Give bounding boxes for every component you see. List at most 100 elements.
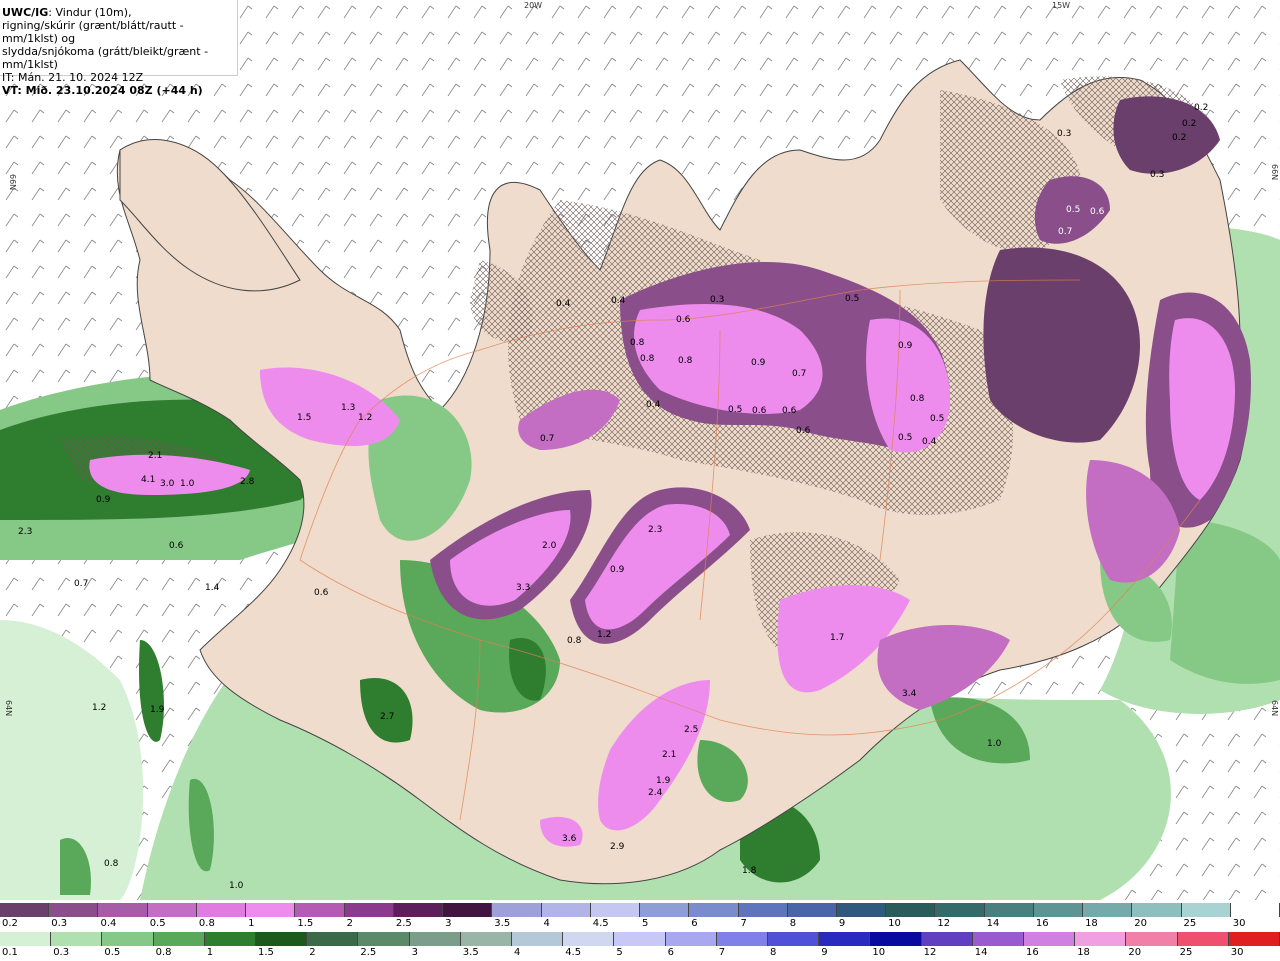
- precip-value: 1.5: [297, 413, 311, 423]
- precip-value: 2.7: [380, 712, 394, 722]
- latitude-label-64n-right: 64N: [1270, 700, 1279, 716]
- legend-label: 18: [1077, 947, 1090, 958]
- legend-swatch: [1228, 932, 1280, 946]
- legend-label: 2: [309, 947, 316, 958]
- precip-value: 0.5: [845, 294, 859, 304]
- precip-value: 1.8: [742, 866, 757, 876]
- precip-value: 0.6: [169, 541, 184, 551]
- legend-swatch: [1177, 932, 1229, 946]
- longitude-label-20w: 20W: [524, 1, 542, 10]
- legend-swatch: [344, 903, 394, 917]
- precip-value: 0.7: [540, 434, 554, 444]
- precip-value: 3.6: [562, 834, 577, 844]
- legend-swatch: [98, 903, 148, 917]
- legend-swatch: [0, 932, 52, 946]
- precip-value: 2.4: [648, 788, 663, 798]
- precip-value: 1.9: [656, 776, 671, 786]
- legend-label: 20: [1134, 918, 1148, 929]
- precip-value: 2.3: [648, 525, 662, 535]
- precip-value: 0.8: [104, 859, 119, 869]
- legend-label: 0.5: [104, 947, 121, 958]
- legend-label: 5: [616, 947, 623, 958]
- legend-swatch: [738, 903, 788, 917]
- model-name: UWC/IG: [2, 6, 49, 19]
- legend-swatch: [256, 932, 308, 946]
- legend-label: 14: [986, 918, 1000, 929]
- legend-swatch: [1033, 903, 1084, 917]
- precip-value: 2.1: [148, 451, 162, 461]
- initial-time: IT: Mán. 21. 10. 2024 12Z: [2, 71, 144, 84]
- snow-legend-labels: 0.2 0.3 0.4 0.5 0.8 1 1.5 2 2.5 3 3.5 4 4.5 5 6 7 8 9 10 12…: [0, 918, 1280, 932]
- precip-value: 0.5: [930, 414, 944, 424]
- longitude-label-15w: 15W: [1052, 1, 1070, 10]
- legend-label: 7: [740, 918, 747, 929]
- legend-label: 12: [923, 947, 937, 958]
- legend-swatch: [984, 903, 1034, 917]
- legend-label: 2.5: [360, 947, 377, 958]
- legend-swatch: [886, 903, 936, 917]
- legend-label: 4: [514, 947, 521, 958]
- legend-label: 30: [1230, 947, 1244, 958]
- legend-swatch: [0, 903, 50, 917]
- precip-value: 0.4: [611, 296, 626, 306]
- precip-value: 1.4: [205, 583, 220, 593]
- legend-swatch: [51, 932, 103, 946]
- legend-label: 3: [411, 947, 418, 958]
- legend-label: 6: [691, 918, 698, 929]
- legend-swatch: [563, 932, 615, 946]
- legend-swatch: [153, 932, 205, 946]
- legend-label: 20: [1128, 947, 1142, 958]
- legend-label: 1: [206, 947, 214, 958]
- legend-label: 3.5: [462, 947, 479, 958]
- precip-value: 2.0: [542, 541, 557, 551]
- precip-value: 1.0: [987, 739, 1002, 749]
- legend-swatch: [358, 932, 410, 946]
- header-line2: rigning/skúrir (grænt/blátt/rautt - mm/1…: [2, 19, 184, 45]
- weather-map: 20W 15W 66N 66N 64N 64N 0.2 0.2 0.2 0.3 …: [0, 0, 1280, 900]
- legend-swatch: [512, 932, 564, 946]
- precip-value: 1.0: [229, 881, 244, 891]
- legend-label: 10: [872, 947, 886, 958]
- precip-value: 0.5: [898, 433, 912, 443]
- legend-label: 0.2: [2, 918, 18, 929]
- legend-swatch: [1230, 903, 1280, 917]
- legend-swatch: [1126, 932, 1178, 946]
- precip-value: 0.4: [922, 437, 937, 447]
- precip-value: 1.3: [341, 403, 355, 413]
- precip-value: 2.3: [18, 527, 32, 537]
- legend-label: 16: [1026, 947, 1039, 958]
- legend-swatch: [716, 932, 769, 946]
- precip-value: 0.6: [314, 588, 329, 598]
- legend-swatch: [640, 903, 690, 917]
- precip-value: 0.8: [910, 394, 925, 404]
- legend-label: 0.1: [2, 947, 18, 958]
- legend-label: 25: [1179, 947, 1193, 958]
- latitude-label-66n-right: 66N: [1270, 164, 1279, 180]
- legend-label: 3: [445, 918, 452, 929]
- precip-value: 0.6: [676, 315, 691, 325]
- legend-swatch: [393, 903, 444, 917]
- precip-value: 2.5: [684, 725, 698, 735]
- legend-label: 4.5: [592, 918, 609, 929]
- precip-value: 3.3: [516, 583, 530, 593]
- precip-value: 0.7: [74, 579, 88, 589]
- legend-label: 9: [838, 918, 846, 929]
- legend-swatch: [204, 932, 257, 946]
- legend-label: 5: [642, 918, 649, 929]
- legend-swatch: [541, 903, 591, 917]
- precip-value: 0.6: [1090, 207, 1105, 217]
- rain-color-legend: [0, 932, 1280, 946]
- legend-label: 0.3: [53, 947, 70, 958]
- header-line1: : Vindur (10m),: [48, 6, 132, 19]
- legend-label: 4.5: [565, 947, 582, 958]
- precip-value: 0.2: [1194, 103, 1208, 113]
- legend-label: 6: [667, 947, 674, 958]
- precip-value: 2.1: [662, 750, 676, 760]
- legend-label: 0.5: [149, 918, 166, 929]
- legend-label: 9: [821, 947, 828, 958]
- legend-swatch: [409, 932, 461, 946]
- legend-swatch: [492, 903, 542, 917]
- latitude-label-64n-left: 64N: [4, 700, 13, 716]
- legend-label: 2: [346, 918, 353, 929]
- legend-label: 1.5: [258, 947, 274, 958]
